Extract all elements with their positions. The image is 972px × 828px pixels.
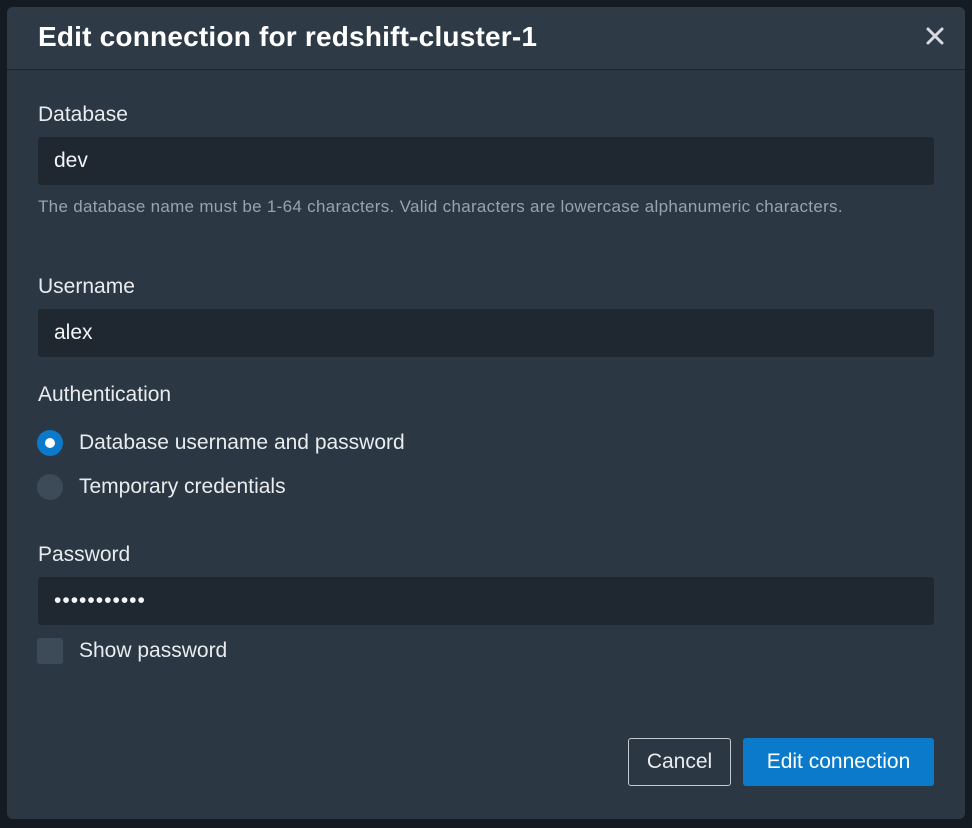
password-label: Password <box>38 543 131 566</box>
close-icon[interactable] <box>923 24 947 48</box>
auth-option-label: Temporary credentials <box>79 475 286 498</box>
show-password-label: Show password <box>79 639 228 662</box>
database-label: Database <box>38 103 128 126</box>
dialog-title: Edit connection for redshift-cluster-1 <box>38 21 538 52</box>
database-hint: The database name must be 1-64 character… <box>38 197 843 216</box>
username-label: Username <box>38 275 135 298</box>
password-input[interactable] <box>38 577 934 625</box>
username-input[interactable] <box>38 309 934 357</box>
show-password-toggle[interactable]: Show password <box>37 636 227 666</box>
radio-button[interactable] <box>37 474 63 500</box>
auth-option-database-password[interactable]: Database username and password <box>37 428 405 458</box>
radio-button-checked[interactable] <box>37 430 63 456</box>
database-input[interactable] <box>38 137 934 185</box>
show-password-checkbox[interactable] <box>37 638 63 664</box>
auth-option-label: Database username and password <box>79 431 405 454</box>
edit-connection-button[interactable]: Edit connection <box>743 738 934 786</box>
authentication-label: Authentication <box>38 383 172 406</box>
auth-option-temporary-credentials[interactable]: Temporary credentials <box>37 472 286 502</box>
edit-connection-dialog: Edit connection for redshift-cluster-1 D… <box>7 7 965 819</box>
dialog-header: Edit connection for redshift-cluster-1 <box>7 7 965 70</box>
cancel-button[interactable]: Cancel <box>628 738 731 786</box>
